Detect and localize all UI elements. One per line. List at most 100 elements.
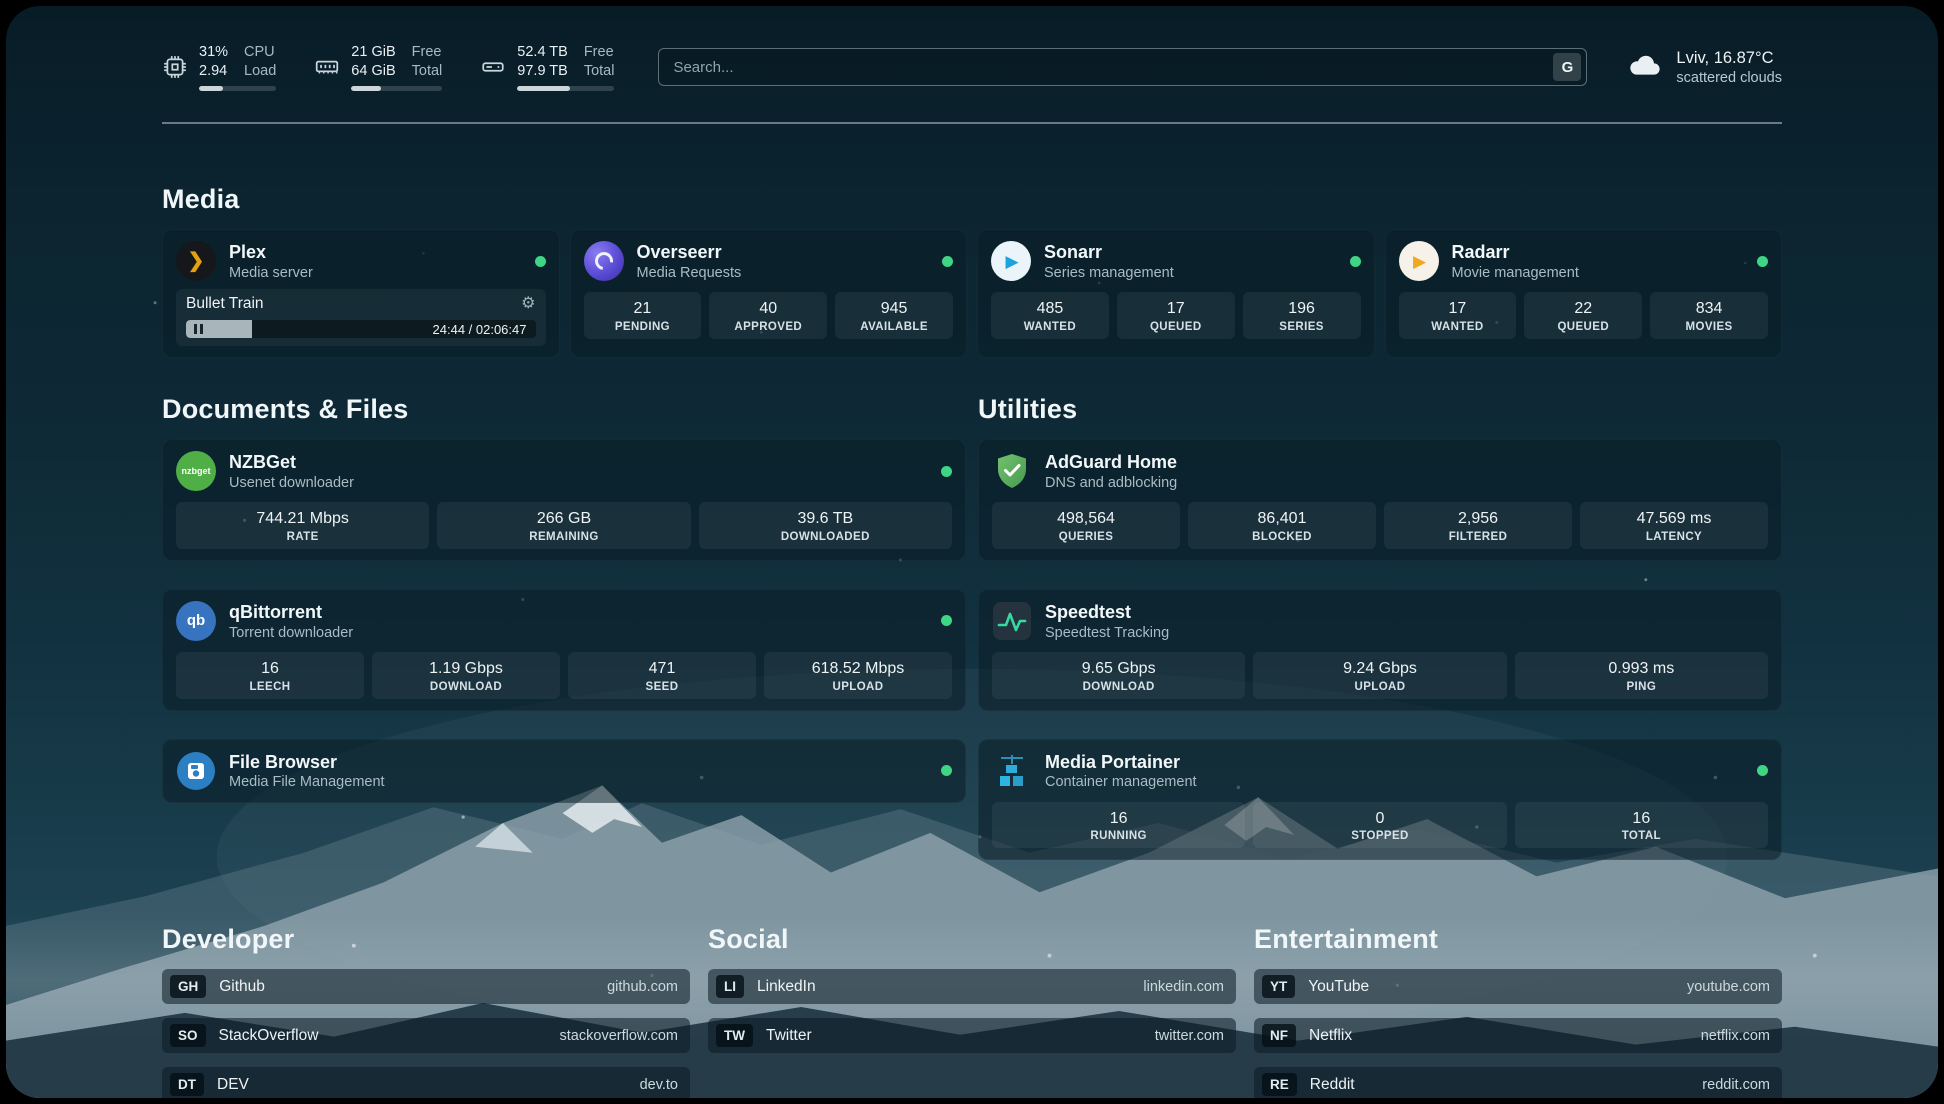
app-name: AdGuard Home — [1045, 451, 1768, 474]
bookmark-github[interactable]: GH Github github.com — [162, 969, 690, 1004]
qbittorrent-icon: qb — [176, 601, 216, 641]
bookmark-twitter[interactable]: TW Twitter twitter.com — [708, 1018, 1236, 1053]
stat-leech: 16 LEECH — [176, 652, 364, 699]
bookmark-name: Github — [219, 978, 265, 996]
ram-progress-bar — [351, 86, 442, 91]
bookmark-abbr: YT — [1262, 975, 1295, 998]
ram-total-value: 64 GiB — [351, 62, 395, 81]
bookmark-abbr: TW — [716, 1024, 753, 1047]
bookmark-stackoverflow[interactable]: SO StackOverflow stackoverflow.com — [162, 1018, 690, 1053]
app-subtitle: Series management — [1044, 265, 1337, 281]
app-subtitle: Usenet downloader — [229, 475, 928, 491]
stat-queued: 22 QUEUED — [1524, 292, 1642, 339]
ram-total-label: Total — [412, 62, 443, 81]
stat-queued: 17 QUEUED — [1117, 292, 1235, 339]
bookmark-url: dev.to — [640, 1077, 678, 1093]
section-title-social: Social — [708, 924, 1236, 955]
app-subtitle: Media File Management — [229, 774, 928, 790]
stat-stopped: 0 STOPPED — [1253, 802, 1506, 849]
app-subtitle: DNS and adblocking — [1045, 475, 1768, 491]
status-dot — [942, 256, 953, 267]
app-card-nzbget[interactable]: nzbget NZBGet Usenet downloader — [162, 439, 966, 561]
section-title-developer: Developer — [162, 924, 690, 955]
stat-series: 196 SERIES — [1243, 292, 1361, 339]
gear-icon[interactable]: ⚙ — [521, 296, 535, 312]
bookmark-reddit[interactable]: RE Reddit reddit.com — [1254, 1067, 1782, 1098]
search-input[interactable] — [673, 59, 1553, 76]
cpu-widget: 31% 2.94 CPU Load — [162, 43, 276, 91]
pause-icon[interactable] — [194, 324, 203, 334]
bookmark-url: stackoverflow.com — [560, 1028, 678, 1044]
stat-download: 9.65 Gbps DOWNLOAD — [992, 652, 1245, 699]
header: 31% 2.94 CPU Load — [162, 6, 1782, 98]
filebrowser-icon — [176, 751, 216, 791]
weather-widget: Lviv, 16.87°C scattered clouds — [1627, 49, 1782, 86]
portainer-icon — [992, 751, 1032, 791]
cpu-progress-bar — [199, 86, 276, 91]
nzbget-icon: nzbget — [176, 451, 216, 491]
bookmark-group-social: Social LI LinkedIn linkedin.com TW Twitt… — [708, 924, 1236, 1098]
app-subtitle: Media server — [229, 265, 522, 281]
ram-widget: 21 GiB 64 GiB Free Total — [314, 43, 442, 91]
disk-progress-bar — [517, 86, 614, 91]
app-name: Radarr — [1452, 241, 1745, 264]
app-card-overseerr[interactable]: Overseerr Media Requests 21 PENDING 40 A… — [570, 229, 968, 358]
ram-free-label: Free — [412, 43, 443, 62]
playback-time: 24:44 / 02:06:47 — [433, 322, 536, 337]
stat-wanted: 485 WANTED — [991, 292, 1109, 339]
app-card-adguard[interactable]: AdGuard Home DNS and adblocking 498,564 … — [978, 439, 1782, 561]
app-name: qBittorrent — [229, 601, 928, 624]
app-card-plex[interactable]: ❯ Plex Media server Bullet Train ⚙ — [162, 229, 560, 358]
stat-wanted: 17 WANTED — [1399, 292, 1517, 339]
bookmark-abbr: DT — [170, 1073, 204, 1096]
bookmark-netflix[interactable]: NF Netflix netflix.com — [1254, 1018, 1782, 1053]
adguard-shield-icon — [992, 451, 1032, 491]
cpu-load-label: Load — [244, 62, 276, 81]
search-bar: G — [658, 48, 1587, 86]
bookmark-name: Twitter — [766, 1027, 812, 1045]
bookmark-abbr: RE — [1262, 1073, 1297, 1096]
bookmark-youtube[interactable]: YT YouTube youtube.com — [1254, 969, 1782, 1004]
bookmark-linkedin[interactable]: LI LinkedIn linkedin.com — [708, 969, 1236, 1004]
app-card-sonarr[interactable]: ▶ Sonarr Series management 485 WANTED — [977, 229, 1375, 358]
stat-running: 16 RUNNING — [992, 802, 1245, 849]
stat-movies: 834 MOVIES — [1650, 292, 1768, 339]
status-dot — [1757, 765, 1768, 776]
app-card-qbittorrent[interactable]: qb qBittorrent Torrent downloader — [162, 589, 966, 711]
app-card-portainer[interactable]: Media Portainer Container management 16 … — [978, 739, 1782, 861]
bookmark-abbr: SO — [170, 1024, 206, 1047]
bookmark-url: reddit.com — [1702, 1077, 1770, 1093]
disk-free-value: 52.4 TB — [517, 43, 568, 62]
cpu-icon — [162, 54, 188, 80]
dashboard-root: 31% 2.94 CPU Load — [6, 6, 1938, 1098]
section-title-media: Media — [162, 184, 1782, 215]
cpu-percent: 31% — [199, 43, 228, 62]
stat-total: 16 TOTAL — [1515, 802, 1768, 849]
app-name: Overseerr — [637, 241, 930, 264]
disk-free-label: Free — [584, 43, 615, 62]
app-card-radarr[interactable]: ▶ Radarr Movie management 17 WANTED — [1385, 229, 1783, 358]
app-name: Plex — [229, 241, 522, 264]
stat-approved: 40 APPROVED — [709, 292, 827, 339]
app-subtitle: Media Requests — [637, 265, 930, 281]
stat-rate: 744.21 Mbps RATE — [176, 502, 429, 549]
radarr-icon: ▶ — [1399, 241, 1439, 281]
stat-download: 1.19 Gbps DOWNLOAD — [372, 652, 560, 699]
stat-pending: 21 PENDING — [584, 292, 702, 339]
cpu-label: CPU — [244, 43, 276, 62]
bookmark-url: youtube.com — [1687, 979, 1770, 995]
app-card-filebrowser[interactable]: File Browser Media File Management — [162, 739, 966, 803]
disk-total-label: Total — [584, 62, 615, 81]
app-subtitle: Torrent downloader — [229, 625, 928, 641]
sonarr-icon: ▶ — [991, 241, 1031, 281]
search-engine-button[interactable]: G — [1553, 53, 1581, 81]
bookmark-name: DEV — [217, 1076, 249, 1094]
weather-condition: scattered clouds — [1676, 70, 1782, 86]
stat-available: 945 AVAILABLE — [835, 292, 953, 339]
stat-remaining: 266 GB REMAINING — [437, 502, 690, 549]
app-card-speedtest[interactable]: Speedtest Speedtest Tracking 9.65 Gbps D… — [978, 589, 1782, 711]
app-subtitle: Movie management — [1452, 265, 1745, 281]
section-title-utilities: Utilities — [978, 394, 1782, 425]
bookmark-dev[interactable]: DT DEV dev.to — [162, 1067, 690, 1098]
status-dot — [1350, 256, 1361, 267]
